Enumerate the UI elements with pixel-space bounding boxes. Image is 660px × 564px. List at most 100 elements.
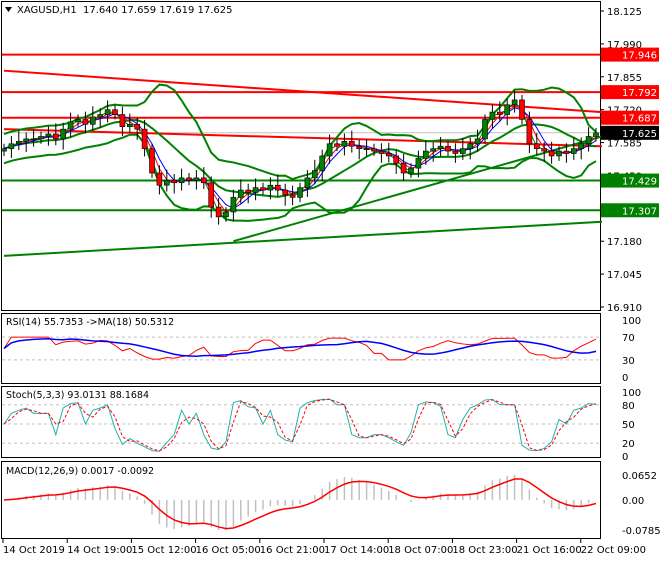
bull-candle [104,109,111,115]
bear-candle [134,123,140,130]
price-tick-label: 17.585 [607,139,642,150]
resistance-level-label: 17.946 [622,51,657,62]
price-tick-label: 16.910 [607,303,642,314]
bear-candle [149,148,155,174]
bull-candle [585,136,592,145]
bull-candle [467,143,474,149]
bear-candle [496,111,503,115]
macd-label: MACD(12,26,9) 0.0017 -0.0092 [6,466,154,477]
bear-candle [82,119,89,125]
bear-candle [186,177,192,181]
bull-candle [341,141,348,147]
time-tick-label: 18 Oct 23:00 [452,545,517,556]
time-tick-label: 22 Oct 09:00 [581,545,646,556]
bear-candle [348,141,355,147]
time-tick-label: 17 Oct 14:00 [324,545,389,556]
bear-candle [526,119,533,145]
bear-candle [260,187,266,191]
rsi-tick-label: 0 [622,373,628,384]
resistance-level-label: 17.792 [622,88,657,99]
time-tick-label: 15 Oct 12:00 [131,545,196,556]
bear-candle [334,143,340,147]
bull-candle [238,189,244,198]
bull-candle [504,104,511,115]
bull-candle [415,158,422,169]
rsi-tick-label: 30 [622,356,635,367]
time-tick-label: 18 Oct 07:00 [388,545,453,556]
bull-candle [304,177,311,188]
bear-candle [541,148,548,152]
time-tick-label: 14 Oct 2019 [3,545,65,556]
bear-candle [385,153,392,157]
price-tick-label: 17.855 [607,73,642,84]
stoch-tick-label: 100 [622,388,641,399]
bull-candle [556,150,562,157]
bear-candle [371,148,377,152]
price-tick-label: 17.045 [607,270,642,281]
bear-candle [208,182,214,208]
bull-candle [459,148,466,154]
main-price-panel[interactable] [1,1,601,311]
bull-candle [297,187,303,198]
rsi-tick-label: 100 [622,316,641,327]
bull-candle [489,111,496,120]
bull-candle [97,114,103,118]
stoch-tick-label: 80 [622,401,635,412]
bull-candle [230,197,237,213]
bear-candle [356,145,363,149]
bull-candle [319,155,326,171]
bear-candle [393,155,400,164]
bull-candle [474,138,481,145]
bear-candle [378,150,385,154]
bull-candle [363,148,370,150]
bear-candle [400,162,407,174]
bear-candle [274,184,281,191]
price-tick-label: 18.125 [607,7,642,18]
support-level-label: 17.429 [622,177,657,188]
bear-candle [156,172,163,186]
bear-candle [519,99,525,120]
bear-candle [112,109,118,115]
time-tick-label: 21 Oct 16:00 [517,545,582,556]
current-price-label: 17.625 [622,129,657,140]
bull-candle [593,132,599,137]
bull-candle [578,143,585,149]
symbol-label: XAGUSD,H1 [17,5,77,16]
bear-candle [52,133,59,140]
stoch-tick-label: 20 [622,439,635,450]
bull-candle [430,148,437,152]
bull-candle [178,177,185,184]
bear-candle [282,189,289,196]
bull-candle [30,138,37,141]
bull-candle [267,184,274,191]
ohlc-readout: 17.640 17.659 17.619 17.625 [83,5,233,16]
trading-chart[interactable]: 18.12517.99017.85517.72017.58517.45017.3… [0,0,660,560]
support-level-label: 17.307 [622,206,657,217]
bear-candle [548,150,555,157]
bull-candle [482,119,488,140]
bull-candle [1,148,7,152]
bear-candle [533,143,540,149]
bull-candle [15,141,22,145]
bull-candle [127,123,133,128]
bear-candle [171,180,177,184]
bull-candle [38,136,44,140]
bear-candle [452,150,459,154]
bull-candle [311,170,318,179]
bull-candle [252,187,259,193]
bull-candle [511,99,518,106]
time-tick-label: 16 Oct 21:00 [260,545,325,556]
bull-candle [193,177,200,181]
bull-candle [326,143,333,157]
bear-candle [215,206,222,218]
bear-candle [201,177,207,184]
bear-candle [245,189,251,193]
stoch-label: Stoch(5,3,3) 93.0131 88.1684 [6,390,149,401]
bull-candle [23,138,30,142]
bear-candle [119,114,126,128]
bull-candle [60,128,67,140]
rsi-label: RSI(14) 55.7353 ->MA(18) 50.5312 [6,317,174,328]
bull-candle [408,167,414,174]
bull-candle [164,180,170,186]
bull-candle [8,143,15,149]
